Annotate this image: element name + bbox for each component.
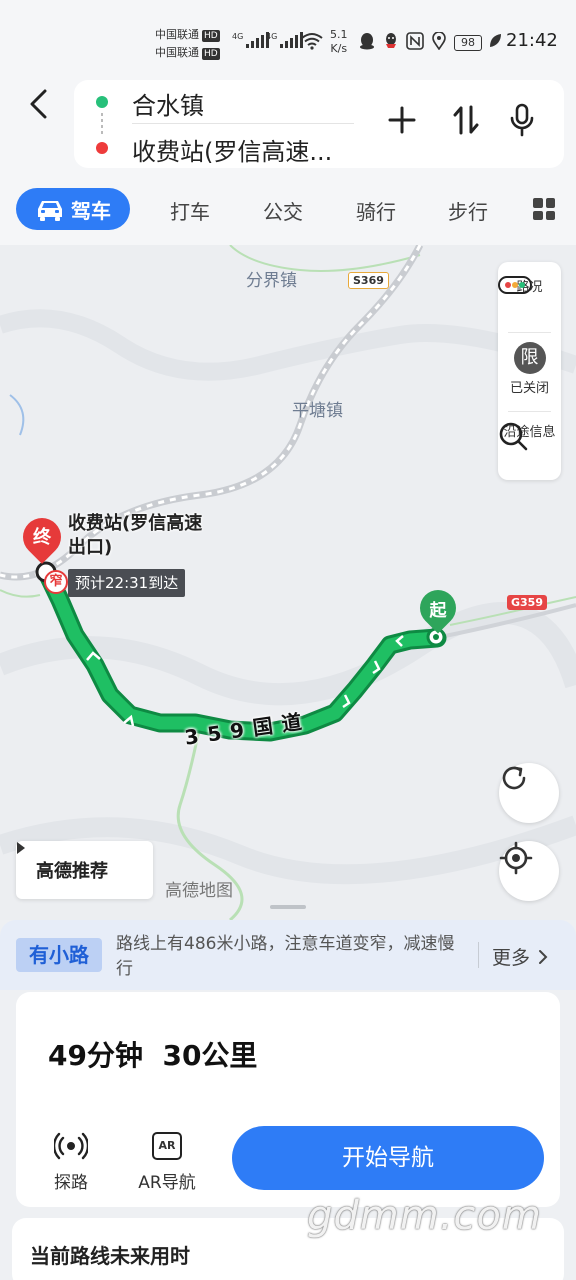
restriction-icon: 限 (513, 342, 546, 374)
play-arrow-icon (17, 842, 25, 854)
route-distance: 30公里 (162, 1039, 258, 1072)
locate-me-button[interactable] (499, 841, 559, 901)
town-label-1: 分界镇 (246, 271, 297, 291)
tab-bike[interactable]: 骑行 (356, 196, 396, 225)
swap-route-button[interactable] (446, 100, 486, 140)
origin-field[interactable]: 合水镇 (132, 86, 204, 121)
notice-text: 路线上有486米小路，注意车道变窄，减速慢行 (116, 934, 455, 979)
hd-badge-1: HD (202, 30, 220, 42)
tab-taxi[interactable]: 打车 (170, 196, 210, 225)
map-brand-watermark: 高德地图 (165, 881, 233, 901)
notice-more-button[interactable]: 更多 (492, 943, 548, 970)
clock: 21:42 (506, 30, 558, 51)
wifi-icon (301, 32, 323, 50)
notice-more-label: 更多 (492, 947, 531, 969)
transport-mode-tabs: 驾车 打车 公交 骑行 步行 (0, 186, 576, 232)
tab-drive[interactable]: 驾车 (16, 188, 130, 230)
recommend-button[interactable]: 高德推荐 (16, 841, 153, 899)
traffic-button[interactable]: 路况 (498, 276, 561, 295)
add-waypoint-button[interactable] (382, 100, 422, 140)
town-label-2: 平塘镇 (292, 401, 343, 421)
destination-name[interactable]: 收费站(罗信高速出口) (68, 512, 218, 560)
swap-icon (453, 105, 479, 135)
network-speed: 5.1 K/s (330, 28, 348, 55)
start-navigation-button[interactable]: 开始导航 (232, 1126, 544, 1190)
route-connector (101, 113, 103, 137)
chevron-right-icon (539, 949, 548, 964)
carrier-1: 中国联通 (155, 28, 199, 41)
road-badge-provincial: S369 (348, 272, 389, 289)
origin-marker-label: 起 (429, 601, 447, 621)
destination-field[interactable]: 收费站(罗信高速... (132, 132, 332, 167)
route-summary-card: 49分钟 30公里 探路 AR AR导航 开始导航 (16, 992, 560, 1207)
panel-divider-1 (508, 332, 551, 333)
back-button[interactable] (18, 84, 58, 124)
restriction-button[interactable]: 限 已关闭 (498, 342, 561, 396)
route-input-box: 合水镇 收费站(罗信高速... (74, 80, 564, 168)
status-bar: 中国联通 HD 中国联通 HD 4G 4G 5.1 K/s 98 21:42 (0, 0, 576, 80)
hd-badge-2: HD (202, 48, 220, 60)
ar-icon: AR (152, 1132, 182, 1160)
search-icon (499, 422, 528, 451)
ar-navigation-button[interactable]: AR AR导航 (132, 1128, 202, 1193)
map-tools-panel: 路况 限 已关闭 沿途信息 (498, 262, 561, 480)
crosshair-icon (499, 841, 533, 875)
route-header: 合水镇 收费站(罗信高速... 驾车 打车 公交 骑行 步行 (0, 80, 576, 245)
plus-icon (388, 106, 416, 134)
map-view[interactable]: 分界镇 平塘镇 S369 G359 路况 限 已关闭 沿途信息 终 收费站(罗信… (0, 245, 576, 920)
tab-walk[interactable]: 步行 (448, 196, 488, 225)
notice-tag: 有小路 (16, 938, 102, 972)
penguin-icon (358, 32, 376, 50)
traffic-light-icon (498, 276, 532, 294)
carrier-info: 中国联通 HD 中国联通 HD (155, 26, 220, 62)
battery-indicator: 98 (454, 35, 482, 51)
restriction-label: 已关闭 (509, 381, 549, 396)
signal-1-icon: 4G (232, 32, 270, 48)
tab-drive-label: 驾车 (71, 198, 111, 223)
car-icon (38, 201, 62, 221)
ar-navigation-label: AR导航 (138, 1173, 196, 1193)
refresh-route-button[interactable] (499, 763, 559, 823)
nfc-icon (406, 32, 424, 50)
origin-dot-icon (96, 96, 108, 108)
field-divider (132, 123, 354, 124)
notice-divider (478, 942, 479, 968)
qq-icon (382, 32, 400, 50)
microphone-icon (510, 103, 534, 137)
destination-marker-label: 终 (33, 527, 51, 548)
back-arrow-icon (30, 89, 47, 119)
road-badge-national: G359 (507, 595, 547, 610)
radar-icon (54, 1132, 88, 1160)
panel-divider-2 (508, 411, 551, 412)
refresh-icon (502, 766, 526, 790)
future-times-title: 当前路线未来用时 (30, 1244, 190, 1268)
carrier-2: 中国联通 (155, 46, 199, 59)
tab-bus[interactable]: 公交 (263, 196, 303, 225)
sheet-drag-handle[interactable] (270, 905, 306, 909)
explore-route-button[interactable]: 探路 (36, 1128, 106, 1193)
site-watermark: gdmm.com (307, 1193, 542, 1239)
eta-label: 预计22:31到达 (68, 569, 186, 597)
route-duration: 49分钟 (48, 1039, 143, 1072)
recommend-label: 高德推荐 (36, 861, 108, 882)
more-modes-icon[interactable] (533, 198, 555, 220)
narrow-road-marker[interactable]: 窄 (44, 570, 68, 594)
destination-dot-icon (96, 142, 108, 154)
route-notice: 有小路 路线上有486米小路，注意车道变窄，减速慢行 更多 (0, 920, 576, 990)
route-summary: 49分钟 30公里 (48, 1034, 257, 1074)
voice-input-button[interactable] (502, 100, 542, 140)
signal-2-icon: 4G (266, 32, 304, 48)
along-route-button[interactable]: 沿途信息 (498, 421, 561, 451)
explore-route-label: 探路 (54, 1173, 88, 1193)
location-icon (430, 32, 448, 50)
leaf-icon (486, 32, 504, 50)
